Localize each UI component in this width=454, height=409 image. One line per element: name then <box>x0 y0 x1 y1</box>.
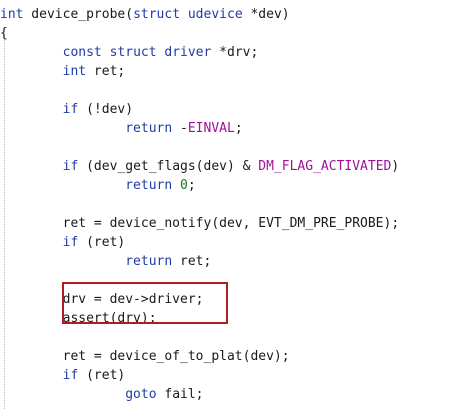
code-line: goto fail; <box>0 386 204 404</box>
code-token: (ret) <box>78 368 126 383</box>
code-token: ret = device_notify(dev, EVT_DM_PRE_PROB… <box>0 216 400 231</box>
code-token: driver <box>164 45 212 60</box>
code-line: ret = device_notify(dev, EVT_DM_PRE_PROB… <box>0 215 400 233</box>
code-token: ret; <box>86 64 126 79</box>
code-line: if (ret) <box>0 234 126 252</box>
code-line: int device_probe(struct udevice *dev) <box>0 6 290 24</box>
code-line: return -EINVAL; <box>0 120 243 138</box>
code-line: const struct driver *drv; <box>0 44 259 62</box>
code-token: struct <box>133 7 181 22</box>
code-token: int <box>0 7 24 22</box>
code-line: if (ret) <box>0 367 126 385</box>
code-token: EINVAL <box>187 121 235 136</box>
code-token: *dev) <box>242 7 290 22</box>
code-token: goto <box>125 387 157 402</box>
code-line: if (!dev) <box>0 101 133 119</box>
code-token: (!dev) <box>78 102 134 117</box>
code-token: int <box>62 64 87 79</box>
code-line: { <box>0 25 8 43</box>
code-line: ret = device_of_to_plat(dev); <box>0 348 290 366</box>
code-token: *drv; <box>211 45 259 60</box>
code-token: DM_FLAG_ACTIVATED <box>258 159 392 174</box>
code-token: (ret) <box>78 235 126 250</box>
code-token: - <box>172 121 188 136</box>
code-token: if <box>62 368 79 383</box>
code-token: { <box>0 26 8 41</box>
highlight-box <box>62 282 228 324</box>
code-token: ; <box>187 178 196 193</box>
code-token: 0 <box>180 178 188 193</box>
code-token: ) <box>391 159 400 174</box>
code-token: return <box>125 254 173 269</box>
code-token: const <box>62 45 102 60</box>
code-token: if <box>62 235 79 250</box>
code-line: return 0; <box>0 177 196 195</box>
code-line: if (dev_get_flags(dev) & DM_FLAG_ACTIVAT… <box>0 158 400 176</box>
code-token: if <box>62 102 79 117</box>
code-line: return ret; <box>0 253 211 271</box>
code-token: device_probe( <box>23 7 134 22</box>
code-line: int ret; <box>0 63 126 81</box>
code-token: ret = device_of_to_plat(dev); <box>0 349 290 364</box>
code-token: fail; <box>156 387 204 402</box>
code-token: ret; <box>172 254 212 269</box>
code-token: ; <box>234 121 243 136</box>
code-token: (dev_get_flags(dev) & <box>78 159 259 174</box>
code-token: struct <box>109 45 157 60</box>
code-token: if <box>62 159 79 174</box>
code-token: return <box>125 121 173 136</box>
code-viewer: int device_probe(struct udevice *dev){ c… <box>0 0 454 409</box>
code-token: return <box>125 178 173 193</box>
code-token: udevice <box>187 7 243 22</box>
